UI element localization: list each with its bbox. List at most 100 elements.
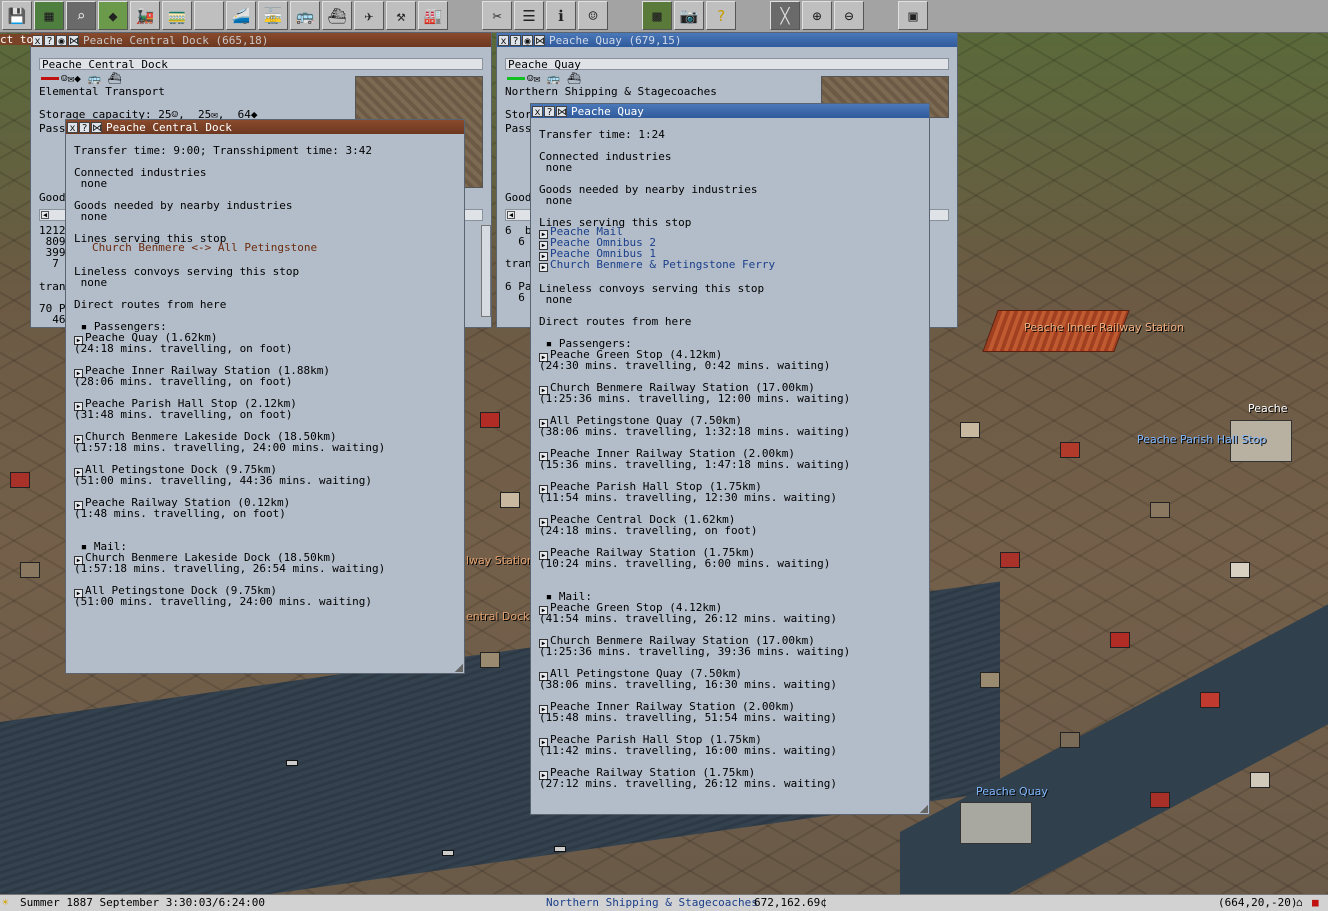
map-building <box>1060 442 1080 458</box>
scrollbar[interactable] <box>481 225 491 317</box>
screenshot-camera-icon[interactable]: 📷 <box>674 1 704 30</box>
map-building <box>980 672 1000 688</box>
route-detail: (1:25:36 mins. travelling, 39:36 mins. w… <box>539 645 851 658</box>
help-icon[interactable]: ? <box>544 105 555 118</box>
transfer-time: Transfer time: 9:00; Transshipment time:… <box>74 144 373 157</box>
ship[interactable] <box>554 846 566 852</box>
map-label-peache[interactable]: Peache <box>1248 402 1288 415</box>
terrain-tools-icon[interactable]: ◆ <box>98 1 128 30</box>
sun-icon: ☀ <box>2 896 9 909</box>
route-detail: (24:18 mins. travelling, on foot) <box>539 524 758 537</box>
eye-icon[interactable]: ◉ <box>56 34 67 47</box>
help-icon[interactable]: ? <box>79 121 90 134</box>
route-detail: (38:06 mins. travelling, 1:32:18 mins. w… <box>539 425 851 438</box>
network-icon[interactable]: ▣ <box>898 1 928 30</box>
pin-icon[interactable]: ⋈ <box>91 121 102 134</box>
pin-icon[interactable]: ⋈ <box>534 34 545 47</box>
ship-tools-icon[interactable]: ⛴ <box>322 1 352 30</box>
route-detail: (28:06 mins. travelling, on foot) <box>74 375 293 388</box>
road-tools-icon[interactable]: 🚌 <box>290 1 320 30</box>
map-label-peache-parish-hall-stop[interactable]: Peache Parish Hall Stop <box>1137 433 1266 446</box>
route-detail: (31:48 mins. travelling, on foot) <box>74 408 293 421</box>
route-detail: (27:12 mins. travelling, 26:12 mins. wai… <box>539 777 838 790</box>
industry-tools-icon[interactable]: 🏭 <box>418 1 448 30</box>
map-building <box>20 562 40 578</box>
resize-grip-icon[interactable] <box>920 805 928 813</box>
help-icon[interactable]: ? <box>44 34 55 47</box>
special-construction-icon[interactable]: ⚒ <box>386 1 416 30</box>
save-disk-icon[interactable]: 💾 <box>2 1 32 30</box>
grid-toggle-icon[interactable]: ╳ <box>770 1 800 30</box>
status-coordinates: (664,20,-20) <box>1218 896 1298 909</box>
window-title: Peache Quay <box>571 104 644 118</box>
station-name-header: Peache Central Dock <box>39 58 483 71</box>
ship[interactable] <box>442 850 454 856</box>
finance-icon[interactable]: ℹ <box>546 1 576 30</box>
titlebar[interactable]: x ? ◉ ⋈ Peache Central Dock (665,18) <box>31 33 491 47</box>
monorail-tools-icon[interactable]: 🚃 <box>162 1 192 30</box>
map-overview-icon[interactable]: ▦ <box>34 1 64 30</box>
zoom-in-icon[interactable]: ⊕ <box>802 1 832 30</box>
pin-icon[interactable]: ⋈ <box>556 105 567 118</box>
close-icon[interactable]: x <box>532 105 543 118</box>
transfer-partial: tran <box>505 257 532 270</box>
tab-left-arrow-icon[interactable]: ◀ <box>41 211 49 219</box>
status-money: 672,162.69¢ <box>754 896 827 909</box>
line-row[interactable]: ▶ Church Benmere & Petingstone Ferry <box>539 259 775 272</box>
cargo-icons: ☺✉ 🚌 ⛴ <box>527 72 582 85</box>
inspect-magnifier-icon[interactable]: ⌕ <box>66 1 96 30</box>
air-tools-icon[interactable]: ✈ <box>354 1 384 30</box>
electric-rail-tools-icon[interactable]: 🚄 <box>226 1 256 30</box>
lineless-value: none <box>74 276 108 289</box>
titlebar[interactable]: x ? ⋈ Peache Central Dock <box>66 120 464 134</box>
schedule-tools-icon[interactable]: ✂ <box>482 1 512 30</box>
window-peache-quay-details[interactable]: x ? ⋈ Peache Quay Transfer time: 1:24 Co… <box>530 103 930 815</box>
pin-icon[interactable]: ⋈ <box>68 34 79 47</box>
pause-indicator-icon: ■ <box>1312 896 1319 909</box>
station-name-header: Peache Quay <box>505 58 949 71</box>
rail-tools-icon[interactable]: 🚂 <box>130 1 160 30</box>
goto-arrow-icon[interactable]: ▶ <box>539 263 548 272</box>
network-status-icon: ⌂ <box>1296 896 1303 909</box>
edge-window-title-fragment: ct to <box>0 33 34 46</box>
line-link-church-benmere-all-petingstone[interactable]: Church Benmere <-> All Petingstone <box>92 242 317 253</box>
map-label-peache-inner-railway-station[interactable]: Peache Inner Railway Station <box>1024 321 1184 334</box>
window-title: Peache Quay (679,15) <box>549 33 682 47</box>
titlebar[interactable]: x ? ⋈ Peache Quay <box>531 104 929 118</box>
map-label-railway-station[interactable]: lway Station <box>466 554 534 567</box>
status-company[interactable]: Northern Shipping & Stagecoaches <box>546 895 758 911</box>
line-link-ferry[interactable]: Church Benmere & Petingstone Ferry <box>550 258 775 271</box>
company-color-bar <box>41 77 59 80</box>
titlebar[interactable]: x ? ◉ ⋈ Peache Quay (679,15) <box>497 33 957 47</box>
window-peache-central-dock-details[interactable]: x ? ⋈ Peache Central Dock Transfer time:… <box>65 119 465 674</box>
tab-left-arrow-icon[interactable]: ◀ <box>507 211 515 219</box>
route-detail: (38:06 mins. travelling, 16:30 mins. wai… <box>539 678 838 691</box>
company-color-bar <box>507 77 525 80</box>
close-icon[interactable]: x <box>67 121 78 134</box>
eye-icon[interactable]: ◉ <box>522 34 533 47</box>
map-label-central-dock[interactable]: entral Dock <box>466 610 530 623</box>
map-building <box>1200 692 1220 708</box>
route-detail: (15:48 mins. travelling, 51:54 mins. wai… <box>539 711 838 724</box>
close-icon[interactable]: x <box>498 34 509 47</box>
passenger-row: 6 <box>505 291 525 304</box>
blank-tool-icon[interactable] <box>194 1 224 30</box>
ship[interactable] <box>286 760 298 766</box>
passengers-partial: Pass <box>505 122 532 135</box>
cargo-icons: ☺✉◆ 🚌 ⛴ <box>61 72 122 85</box>
resize-grip-icon[interactable] <box>455 664 463 672</box>
route-detail: (51:00 mins. travelling, 44:36 mins. wai… <box>74 474 373 487</box>
map-label-peache-quay[interactable]: Peache Quay <box>976 785 1048 798</box>
map-building <box>10 472 30 488</box>
close-icon[interactable]: x <box>32 34 43 47</box>
players-icon[interactable]: ☺ <box>578 1 608 30</box>
connected-industries-value: none <box>539 161 573 174</box>
lines-list-icon[interactable]: ☰ <box>514 1 544 30</box>
help-icon[interactable]: ? <box>706 1 736 30</box>
zoom-out-icon[interactable]: ⊖ <box>834 1 864 30</box>
help-icon[interactable]: ? <box>510 34 521 47</box>
lineless-value: none <box>539 293 573 306</box>
minimap-icon[interactable]: ▩ <box>642 1 672 30</box>
waiting-row: 6 <box>505 235 525 248</box>
tram-tools-icon[interactable]: 🚋 <box>258 1 288 30</box>
